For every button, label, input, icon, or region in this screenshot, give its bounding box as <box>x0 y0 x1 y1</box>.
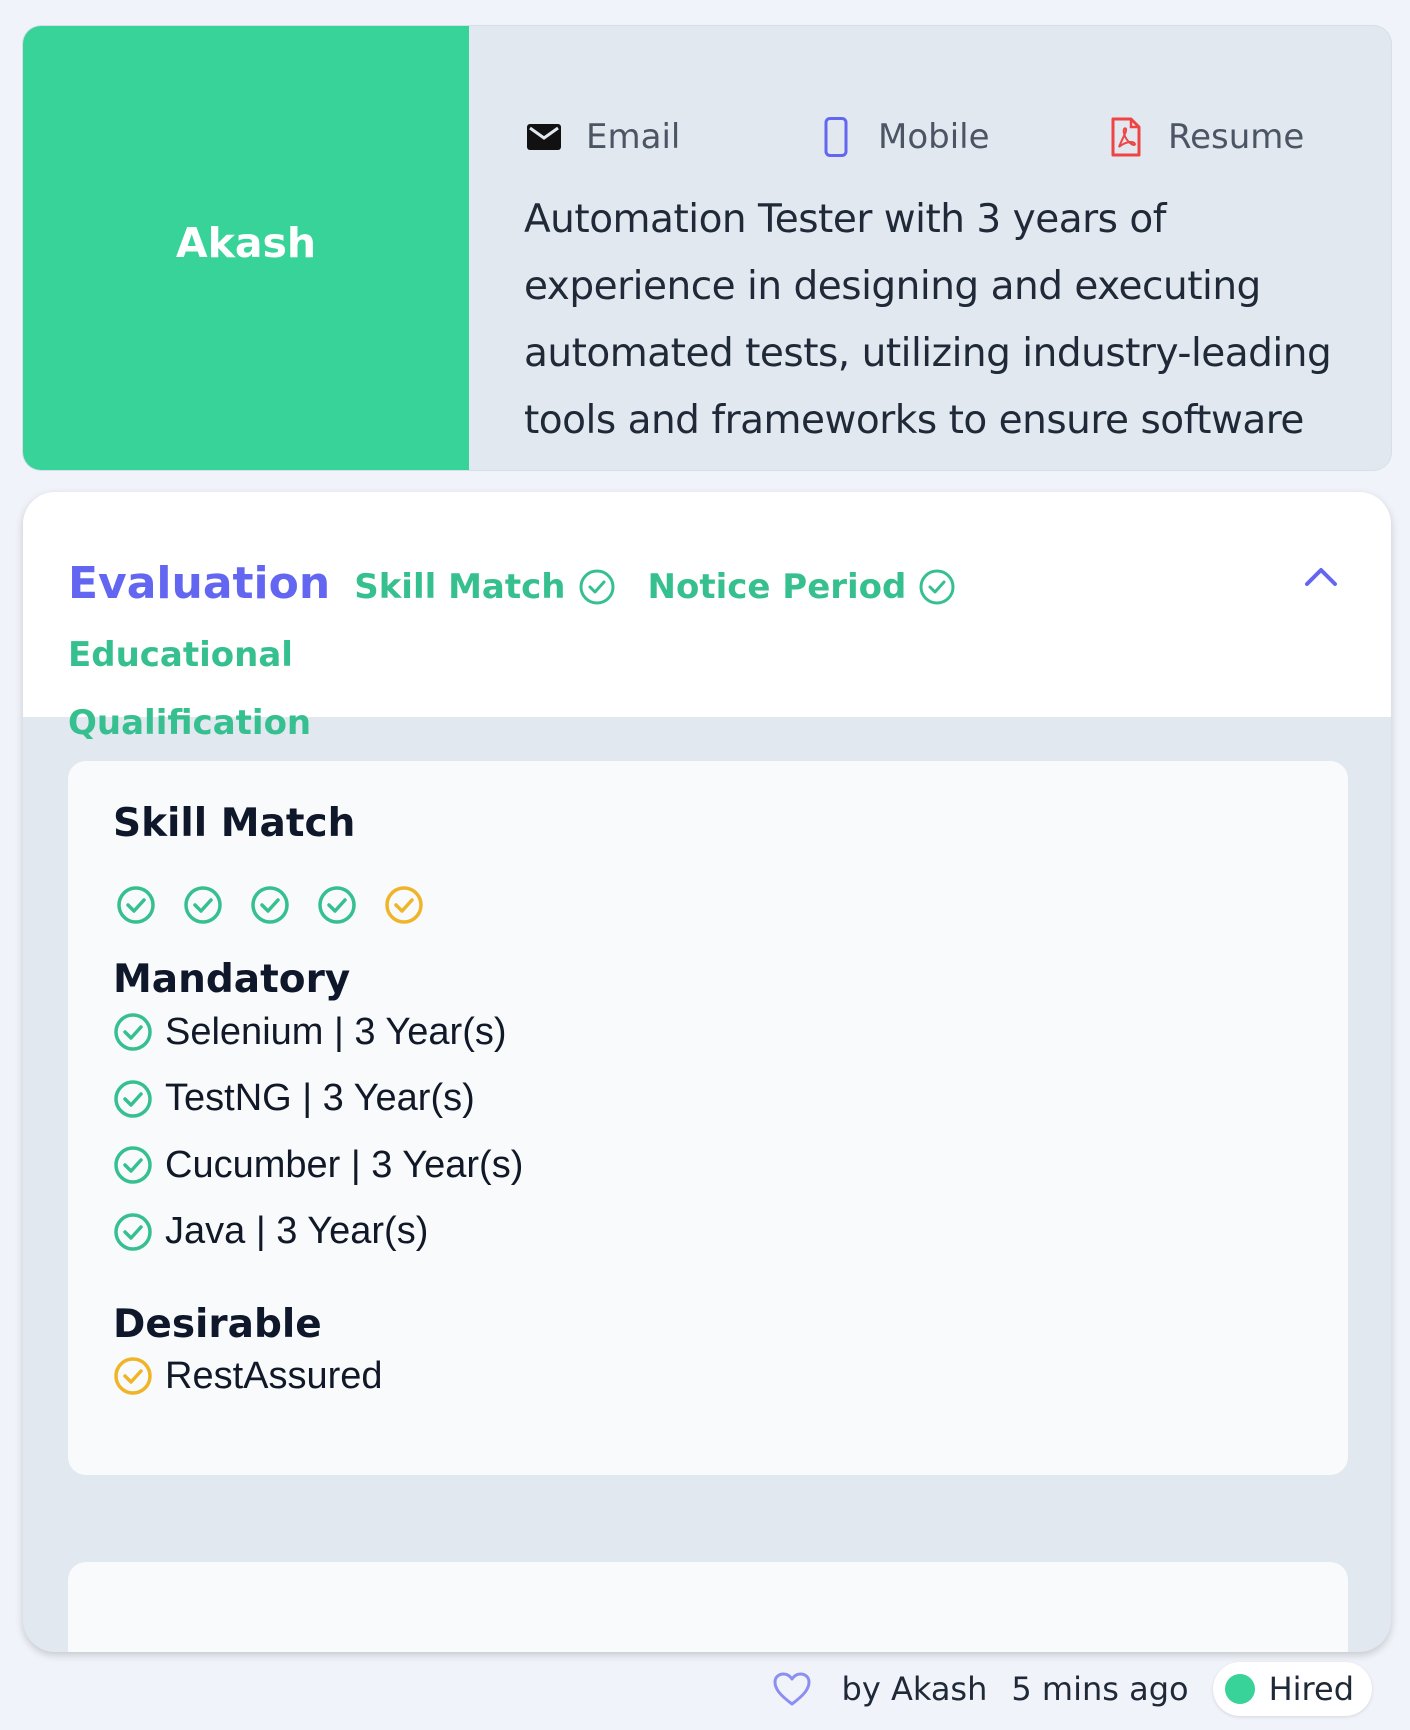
contact-row: Email Mobile Resume <box>524 108 1355 166</box>
pdf-icon <box>1106 117 1146 157</box>
phone-icon <box>816 117 856 157</box>
tag-label: Skill Match <box>354 567 566 607</box>
tag-label: Notice Period <box>647 567 907 607</box>
list-item: TestNG | 3 Year(s) <box>113 1066 523 1133</box>
check-circle-icon <box>318 886 356 924</box>
check-circle-icon <box>114 1013 152 1051</box>
resume-label: Resume <box>1168 117 1305 157</box>
candidate-name-panel: Akash <box>23 26 469 470</box>
skill-name: RestAssured <box>165 1354 383 1397</box>
evaluation-card: Evaluation Skill Match Notice Period Educat… <box>23 492 1391 1652</box>
skill-score <box>116 885 451 925</box>
email-link[interactable]: Email <box>524 117 816 157</box>
activity-footer: by Akash 5 mins ago Hired <box>772 1662 1372 1716</box>
check-circle-partial-icon <box>114 1357 152 1395</box>
email-label: Email <box>586 117 681 157</box>
author-text: by Akash <box>841 1670 988 1708</box>
status-dot <box>1224 1674 1255 1704</box>
check-circle-icon <box>114 1080 152 1118</box>
skill-match-title: Skill Match <box>113 801 356 846</box>
skill-name: TestNG | 3 Year(s) <box>165 1077 475 1120</box>
timestamp: 5 mins ago <box>1011 1670 1189 1708</box>
list-item: Selenium | 3 Year(s) <box>113 999 523 1066</box>
candidate-summary: Automation Tester with 3 years of experi… <box>524 197 1332 470</box>
like-button[interactable] <box>772 1671 812 1707</box>
candidate-name: Akash <box>175 219 317 267</box>
check-circle-icon <box>251 886 289 924</box>
heart-icon <box>773 1672 811 1706</box>
skill-match-panel: Skill Match Mandatory Selenium | 3 Year(… <box>68 761 1348 1475</box>
check-circle-icon <box>184 886 222 924</box>
status-label: Hired <box>1268 1670 1354 1708</box>
tag-skill-match: Skill Match <box>354 553 615 621</box>
collapse-button[interactable] <box>1301 556 1341 596</box>
candidate-card: Akash Email Mobile Resume Automation Tes… <box>23 26 1391 470</box>
resume-link[interactable]: Resume <box>1106 117 1304 157</box>
list-item: RestAssured <box>113 1343 383 1410</box>
check-circle-icon <box>579 569 614 605</box>
evaluation-tags: Evaluation Skill Match Notice Period Educat… <box>68 550 1168 757</box>
check-circle-icon <box>919 569 955 605</box>
skill-name: Java | 3 Year(s) <box>165 1210 429 1253</box>
chevron-up-icon <box>1305 568 1337 586</box>
evaluation-title: Evaluation <box>68 558 331 609</box>
mandatory-list: Selenium | 3 Year(s) TestNG | 3 Year(s) … <box>113 999 523 1265</box>
check-circle-icon <box>117 886 155 924</box>
mandatory-label: Mandatory <box>113 957 351 1002</box>
list-item: Java | 3 Year(s) <box>113 1199 523 1266</box>
evaluation-header[interactable]: Evaluation Skill Match Notice Period Educat… <box>23 492 1391 743</box>
check-circle-icon <box>114 1146 152 1184</box>
desirable-label: Desirable <box>113 1302 322 1347</box>
tag-notice-period: Notice Period <box>648 553 957 621</box>
envelope-icon <box>524 117 564 157</box>
list-item: Cucumber | 3 Year(s) <box>113 1132 523 1199</box>
check-circle-icon <box>114 1213 152 1251</box>
check-circle-partial-icon <box>385 886 423 924</box>
tag-label: Educational Qualification <box>68 635 312 743</box>
next-evaluation-panel <box>68 1562 1348 1652</box>
skill-name: Cucumber | 3 Year(s) <box>165 1143 524 1186</box>
tag-educational-qualification: Educational Qualification <box>68 621 328 757</box>
mobile-label: Mobile <box>878 117 990 157</box>
desirable-list: RestAssured <box>113 1343 383 1410</box>
status-badge: Hired <box>1212 1662 1372 1716</box>
mobile-link[interactable]: Mobile <box>816 117 1106 157</box>
candidate-info: Email Mobile Resume Automation Tester wi… <box>469 26 1391 470</box>
skill-name: Selenium | 3 Year(s) <box>165 1010 507 1053</box>
